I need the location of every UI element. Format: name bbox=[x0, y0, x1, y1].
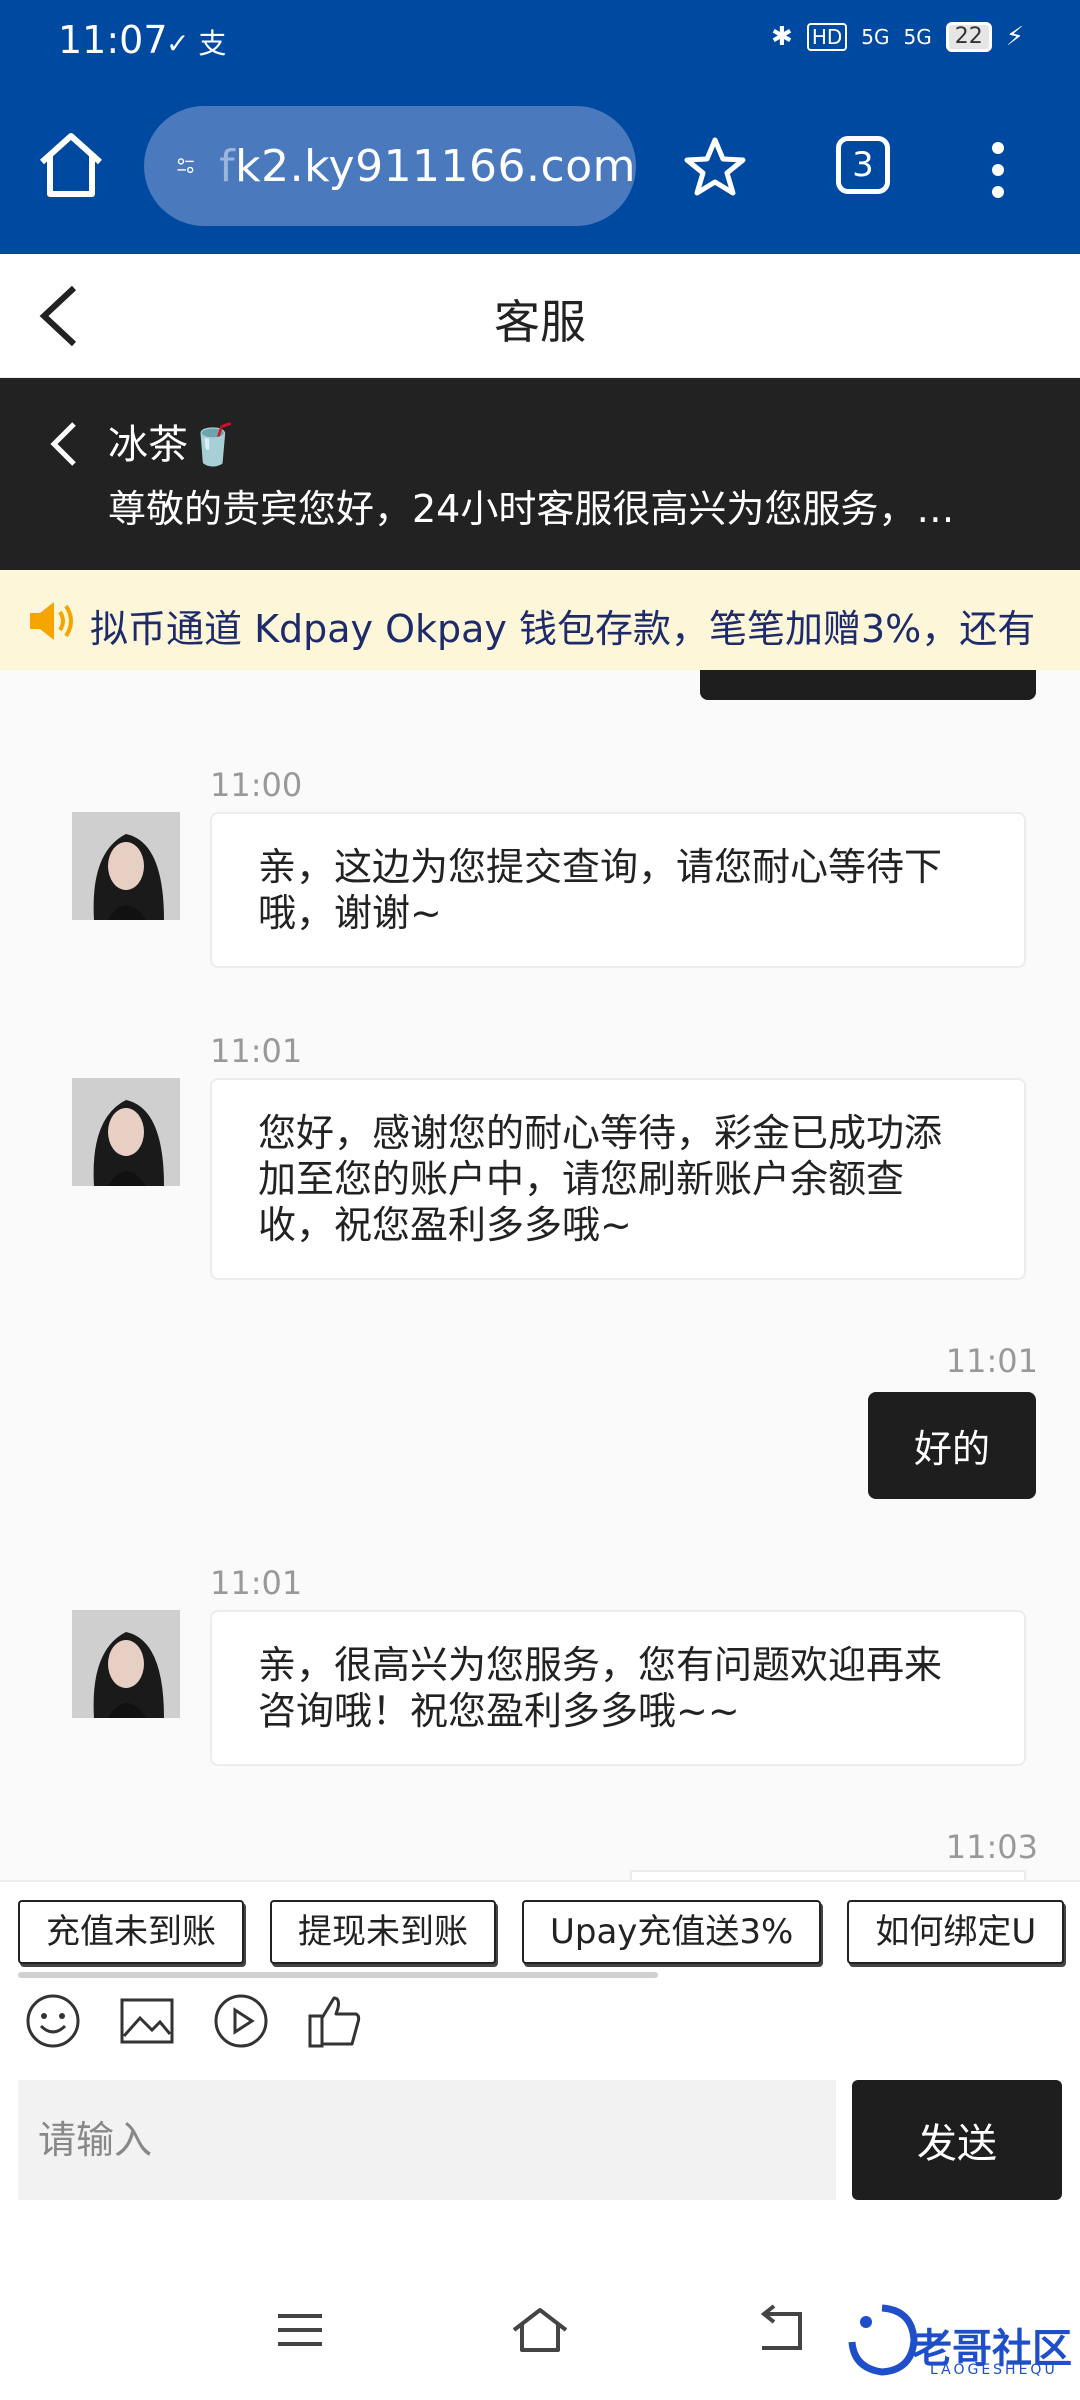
home-icon[interactable] bbox=[34, 128, 108, 202]
tab-switcher-button[interactable]: 3 bbox=[836, 136, 890, 194]
message-time: 11:00 bbox=[210, 766, 303, 804]
message-time: 11:01 bbox=[210, 1564, 303, 1602]
status-time: 11:07 bbox=[58, 18, 168, 62]
url-text: fk2.ky911166.com bbox=[219, 141, 636, 192]
agent-header: 冰茶🥤 尊敬的贵宾您好，24小时客服很高兴为您服务，… bbox=[0, 378, 1080, 570]
quick-reply-button[interactable]: 提现未到账 bbox=[270, 1900, 496, 1964]
hd-icon: HD bbox=[806, 23, 848, 51]
agent-name: 冰茶🥤 bbox=[108, 422, 238, 468]
composer-tools bbox=[24, 1992, 364, 2050]
avatar-image bbox=[72, 1078, 180, 1186]
page-title: 客服 bbox=[494, 295, 586, 349]
back-nav-icon[interactable] bbox=[750, 2304, 810, 2356]
message-bubble-outgoing-partial bbox=[700, 670, 1036, 700]
agent-avatar bbox=[72, 1078, 180, 1186]
send-button[interactable]: 发送 bbox=[852, 2080, 1062, 2200]
quick-reply-button[interactable]: 充值未到账 bbox=[18, 1900, 244, 1964]
message-bubble-partial bbox=[630, 1870, 1026, 1880]
home-nav-icon[interactable] bbox=[510, 2304, 570, 2356]
recent-apps-icon[interactable] bbox=[270, 2304, 330, 2356]
site-settings-icon[interactable] bbox=[176, 139, 195, 193]
quick-reply-scrollbar[interactable] bbox=[18, 1972, 658, 1978]
marquee-text: 拟币通道 Kdpay Okpay 钱包存款，笔笔加赠3%，还有 bbox=[90, 607, 1036, 651]
signal-icon-1: 5G bbox=[861, 25, 890, 49]
avatar-image bbox=[72, 1610, 180, 1718]
message-bubble-incoming: 亲，很高兴为您服务，您有问题欢迎再来咨询哦！祝您盈利多多哦~~ bbox=[210, 1610, 1026, 1766]
signal-icon-2: 5G bbox=[903, 25, 932, 49]
url-main-text: k2.ky911166.com bbox=[235, 140, 636, 192]
message-time: 11:01 bbox=[945, 1342, 1038, 1380]
avatar-image bbox=[72, 812, 180, 920]
watermark-swirl-icon bbox=[848, 2304, 918, 2376]
page-header: 客服 bbox=[0, 254, 1080, 378]
url-fade-text: f bbox=[219, 140, 236, 192]
message-input[interactable] bbox=[18, 2080, 836, 2200]
quick-reply-row[interactable]: 充值未到账 提现未到账 Upay充值送3% 如何绑定U bbox=[18, 1900, 1080, 1968]
message-bubble-incoming: 您好，感谢您的耐心等待，彩金已成功添加至您的账户中，请您刷新账户余额查收，祝您盈… bbox=[210, 1078, 1026, 1280]
speaker-icon bbox=[30, 602, 73, 640]
message-bubble-incoming: 亲，这边为您提交查询，请您耐心等待下哦，谢谢~ bbox=[210, 812, 1026, 968]
bookmark-star-icon[interactable] bbox=[682, 134, 748, 200]
thumbs-up-icon[interactable] bbox=[306, 1992, 364, 2050]
message-bubble-outgoing: 好的 bbox=[867, 1392, 1036, 1499]
address-bar[interactable]: fk2.ky911166.com bbox=[144, 106, 636, 226]
watermark-subtext: LAOGESHEQU bbox=[930, 2362, 1058, 2378]
quick-reply-button[interactable]: Upay充值送3% bbox=[522, 1900, 822, 1964]
notification-icons: ✓ 支 bbox=[166, 27, 227, 60]
quick-reply-button[interactable]: 如何绑定U bbox=[847, 1900, 1065, 1964]
emoji-icon[interactable] bbox=[24, 1992, 82, 2050]
agent-avatar bbox=[72, 1610, 180, 1718]
composer-panel: 充值未到账 提现未到账 Upay充值送3% 如何绑定U 发送 bbox=[0, 1880, 1080, 2210]
more-menu-icon[interactable] bbox=[986, 140, 1010, 200]
agent-back-icon[interactable] bbox=[46, 420, 82, 468]
battery-icon: 22 bbox=[945, 22, 992, 52]
chat-messages[interactable]: 11:00 亲，这边为您提交查询，请您耐心等待下哦，谢谢~ 11:01 您好，感… bbox=[0, 670, 1080, 1880]
agent-avatar bbox=[72, 812, 180, 920]
announcement-marquee: 拟币通道 Kdpay Okpay 钱包存款，笔笔加赠3%，还有 bbox=[0, 570, 1080, 670]
status-icons: ✱ HD 5G 5G 22 ⚡ bbox=[771, 22, 1024, 52]
charging-icon: ⚡ bbox=[1005, 22, 1024, 52]
browser-toolbar: fk2.ky911166.com 3 bbox=[0, 86, 1080, 254]
status-bar: 11:07 ✓ 支 ✱ HD 5G 5G 22 ⚡ bbox=[0, 0, 1080, 86]
image-icon[interactable] bbox=[118, 1992, 176, 2050]
message-time: 11:03 bbox=[945, 1828, 1038, 1866]
agent-greeting: 尊敬的贵宾您好，24小时客服很高兴为您服务，… bbox=[108, 487, 955, 531]
bluetooth-icon: ✱ bbox=[771, 22, 793, 52]
video-play-icon[interactable] bbox=[212, 1992, 270, 2050]
message-time: 11:01 bbox=[210, 1032, 303, 1070]
watermark-logo: 老哥社区 LAOGESHEQU bbox=[842, 2296, 1072, 2386]
